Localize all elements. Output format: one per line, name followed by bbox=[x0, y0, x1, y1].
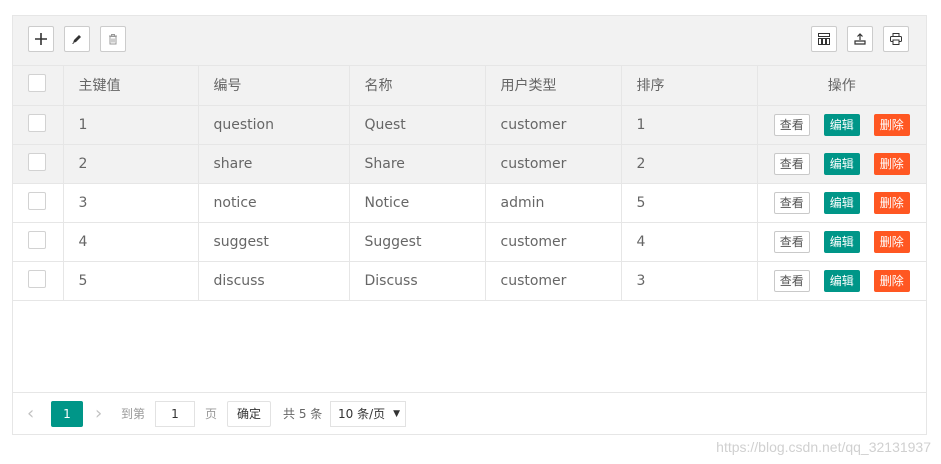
cell-name: Discuss bbox=[349, 261, 486, 301]
next-page-icon[interactable]: › bbox=[95, 401, 102, 427]
column-header-code[interactable]: 编号 bbox=[198, 66, 350, 106]
cell-actions: 查看 编辑 删除 bbox=[757, 144, 926, 184]
edit-row-button[interactable]: 编辑 bbox=[823, 269, 860, 292]
dropdown-caret-icon: ▼ bbox=[393, 409, 400, 419]
edit-row-button[interactable]: 编辑 bbox=[823, 113, 860, 136]
delete-row-button[interactable]: 删除 bbox=[873, 113, 910, 136]
view-button[interactable]: 查看 bbox=[773, 152, 810, 175]
row-checkbox[interactable] bbox=[28, 191, 46, 210]
row-checkbox[interactable] bbox=[28, 152, 46, 171]
total-count-label: 共 5 条 bbox=[283, 407, 323, 421]
select-all-cell bbox=[13, 66, 64, 106]
cell-code: share bbox=[198, 144, 350, 184]
cell-id: 2 bbox=[63, 144, 199, 184]
table-toolbar bbox=[13, 16, 926, 66]
delete-row-button[interactable]: 删除 bbox=[873, 152, 910, 175]
view-button[interactable]: 查看 bbox=[773, 269, 810, 292]
goto-page-input[interactable] bbox=[155, 401, 195, 427]
print-icon bbox=[890, 33, 902, 45]
export-icon bbox=[854, 33, 866, 45]
table-row[interactable]: 3 notice Notice admin 5 查看 编辑 删除 bbox=[13, 183, 926, 223]
page-size-value: 10 条/页 bbox=[338, 407, 386, 421]
page-suffix-label: 页 bbox=[205, 407, 218, 421]
table-row[interactable]: 5 discuss Discuss customer 3 查看 编辑 删除 bbox=[13, 261, 926, 301]
cell-code: suggest bbox=[198, 222, 350, 262]
cell-name: Notice bbox=[349, 183, 486, 223]
cell-sort: 3 bbox=[621, 261, 758, 301]
cell-code: notice bbox=[198, 183, 350, 223]
data-table: 主键值 编号 名称 用户类型 排序 操作 1 question Quest cu… bbox=[13, 66, 926, 301]
cell-id: 1 bbox=[63, 105, 199, 145]
cell-name: Quest bbox=[349, 105, 486, 145]
table-row[interactable]: 2 share Share customer 2 查看 编辑 删除 bbox=[13, 144, 926, 184]
delete-trash-icon bbox=[109, 34, 117, 45]
column-header-actions: 操作 bbox=[757, 66, 926, 106]
row-checkbox-cell bbox=[13, 105, 64, 145]
cell-sort: 1 bbox=[621, 105, 758, 145]
column-header-sort[interactable]: 排序 bbox=[621, 66, 758, 106]
select-all-checkbox[interactable] bbox=[28, 74, 46, 93]
cell-id: 3 bbox=[63, 183, 199, 223]
cell-user-type: admin bbox=[485, 183, 622, 223]
cell-code: question bbox=[198, 105, 350, 145]
cell-user-type: customer bbox=[485, 144, 622, 184]
cell-user-type: customer bbox=[485, 261, 622, 301]
columns-filter-icon bbox=[818, 33, 830, 45]
row-checkbox-cell bbox=[13, 144, 64, 184]
edit-row-button[interactable]: 编辑 bbox=[823, 230, 860, 253]
view-button[interactable]: 查看 bbox=[773, 113, 810, 136]
cell-actions: 查看 编辑 删除 bbox=[757, 105, 926, 145]
cell-code: discuss bbox=[198, 261, 350, 301]
cell-sort: 2 bbox=[621, 144, 758, 184]
column-header-user-type[interactable]: 用户类型 bbox=[485, 66, 622, 106]
export-button[interactable] bbox=[847, 26, 873, 52]
cell-id: 4 bbox=[63, 222, 199, 262]
row-checkbox[interactable] bbox=[28, 269, 46, 288]
row-checkbox-cell bbox=[13, 183, 64, 223]
column-header-id[interactable]: 主键值 bbox=[63, 66, 199, 106]
edit-pencil-icon bbox=[72, 35, 81, 44]
prev-page-icon[interactable]: ‹ bbox=[27, 401, 34, 427]
table-row[interactable]: 1 question Quest customer 1 查看 编辑 删除 bbox=[13, 105, 926, 145]
current-page-button[interactable]: 1 bbox=[51, 401, 83, 427]
delete-row-button[interactable]: 删除 bbox=[873, 230, 910, 253]
delete-row-button[interactable]: 删除 bbox=[873, 191, 910, 214]
cell-name: Suggest bbox=[349, 222, 486, 262]
row-checkbox-cell bbox=[13, 222, 64, 262]
add-icon bbox=[35, 33, 47, 45]
cell-sort: 4 bbox=[621, 222, 758, 262]
cell-actions: 查看 编辑 删除 bbox=[757, 261, 926, 301]
column-header-name[interactable]: 名称 bbox=[349, 66, 486, 106]
page-size-select[interactable]: 10 条/页 ▼ bbox=[330, 401, 406, 427]
edit-row-button[interactable]: 编辑 bbox=[823, 191, 860, 214]
delete-row-button[interactable]: 删除 bbox=[873, 269, 910, 292]
edit-row-button[interactable]: 编辑 bbox=[823, 152, 860, 175]
pagination-bar: ‹ 1 › 到第 页 确定 共 5 条 10 条/页 ▼ bbox=[13, 392, 926, 434]
row-checkbox[interactable] bbox=[28, 113, 46, 132]
view-button[interactable]: 查看 bbox=[773, 230, 810, 253]
cell-id: 5 bbox=[63, 261, 199, 301]
goto-confirm-button[interactable]: 确定 bbox=[227, 401, 272, 427]
goto-label: 到第 bbox=[121, 407, 146, 421]
cell-user-type: customer bbox=[485, 222, 622, 262]
view-button[interactable]: 查看 bbox=[773, 191, 810, 214]
table-panel: 主键值 编号 名称 用户类型 排序 操作 1 question Quest cu… bbox=[12, 15, 927, 435]
add-button[interactable] bbox=[28, 26, 54, 52]
table-row[interactable]: 4 suggest Suggest customer 4 查看 编辑 删除 bbox=[13, 222, 926, 262]
cell-actions: 查看 编辑 删除 bbox=[757, 222, 926, 262]
edit-button[interactable] bbox=[64, 26, 90, 52]
columns-filter-button[interactable] bbox=[811, 26, 837, 52]
table-header-row: 主键值 编号 名称 用户类型 排序 操作 bbox=[13, 66, 926, 106]
delete-button[interactable] bbox=[100, 26, 126, 52]
watermark-text: https://blog.csdn.net/qq_32131937 bbox=[716, 439, 931, 455]
cell-actions: 查看 编辑 删除 bbox=[757, 183, 926, 223]
cell-sort: 5 bbox=[621, 183, 758, 223]
cell-name: Share bbox=[349, 144, 486, 184]
print-button[interactable] bbox=[883, 26, 909, 52]
row-checkbox[interactable] bbox=[28, 230, 46, 249]
cell-user-type: customer bbox=[485, 105, 622, 145]
row-checkbox-cell bbox=[13, 261, 64, 301]
